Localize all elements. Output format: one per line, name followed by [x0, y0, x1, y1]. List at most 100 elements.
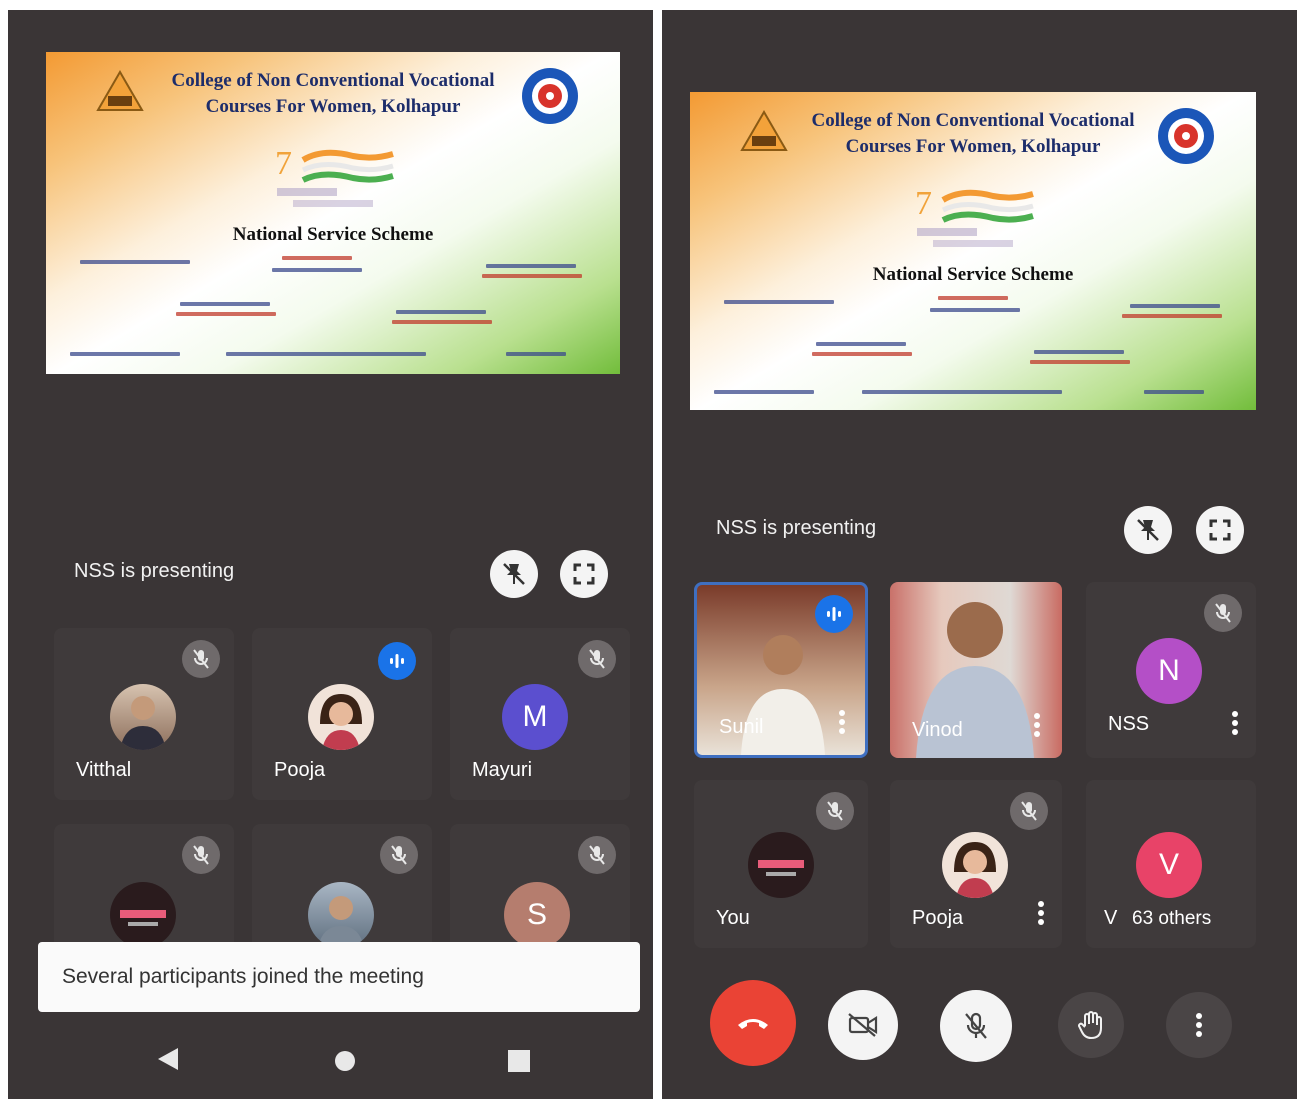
- mic-off-indicator: [182, 640, 220, 678]
- participant-tile[interactable]: You: [694, 780, 868, 948]
- slide-detail-line: [482, 274, 582, 278]
- slide-detail-line: [1030, 360, 1130, 364]
- participant-tile[interactable]: S: [450, 824, 630, 954]
- presentation-slide: College of Non Conventional Vocational C…: [690, 92, 1256, 410]
- slide-detail-line: [176, 312, 276, 316]
- end-call-button[interactable]: [710, 980, 796, 1066]
- slide-detail-line: [272, 268, 362, 272]
- participant-tile[interactable]: Vitthal: [54, 628, 234, 800]
- slide-detail-line: [938, 296, 1008, 300]
- more-icon[interactable]: [1034, 710, 1040, 740]
- more-icon[interactable]: [1232, 708, 1238, 738]
- mic-off-indicator: [1204, 594, 1242, 632]
- participant-initial-avatar: V: [1136, 832, 1202, 898]
- raise-hand-icon: [1078, 1011, 1102, 1040]
- participant-name: NSS: [1108, 713, 1150, 735]
- participant-tile[interactable]: Pooja: [890, 780, 1062, 948]
- participant-logo-avatar: [110, 882, 176, 948]
- mic-off-indicator: [578, 836, 616, 874]
- presentation-slide: College of Non Conventional Vocational C…: [46, 52, 620, 374]
- participant-logo-avatar: [748, 832, 814, 898]
- more-icon[interactable]: [839, 707, 845, 737]
- participant-video-tile[interactable]: Sunil: [694, 582, 868, 758]
- right-meeting-screen: College of Non Conventional Vocational C…: [662, 10, 1297, 1099]
- participant-photo-avatar: [110, 684, 176, 750]
- mic-off-icon: [193, 649, 209, 669]
- slide-detail-line: [812, 352, 912, 356]
- slide-detail-line: [862, 390, 1062, 394]
- unpin-button[interactable]: [1124, 506, 1172, 554]
- camera-off-icon: [848, 1013, 878, 1037]
- participant-initial-avatar: S: [504, 882, 570, 948]
- mic-off-icon: [193, 845, 209, 865]
- end-call-icon: [738, 1019, 768, 1029]
- left-meeting-screen: College of Non Conventional Vocational C…: [8, 10, 653, 1099]
- person-icon: [320, 694, 362, 750]
- mic-off-icon: [1021, 801, 1037, 821]
- back-icon[interactable]: [156, 1046, 180, 1072]
- azadi-amrit-mahotsav-logo-icon: 7: [275, 145, 394, 207]
- logo-icon: [758, 860, 804, 876]
- more-options-button[interactable]: [1166, 992, 1232, 1058]
- fullscreen-button[interactable]: [1196, 506, 1244, 554]
- recents-icon[interactable]: [508, 1050, 530, 1072]
- participant-tile[interactable]: [54, 824, 234, 954]
- participant-name: Vitthal: [76, 759, 132, 781]
- slide-detail-line: [396, 310, 486, 314]
- slide-detail-line: [816, 342, 906, 346]
- mic-off-indicator: [182, 836, 220, 874]
- svg-text:7: 7: [915, 185, 932, 222]
- slide-detail-line: [1130, 304, 1220, 308]
- fullscreen-button[interactable]: [560, 550, 608, 598]
- mic-off-icon: [1215, 603, 1231, 623]
- mic-off-icon: [965, 1012, 987, 1039]
- participant-initial-avatar: M: [502, 684, 568, 750]
- participant-photo-avatar: [942, 832, 1008, 898]
- slide-detail-line: [226, 352, 426, 356]
- participant-name: V: [1104, 907, 1118, 929]
- unpin-button[interactable]: [490, 550, 538, 598]
- slide-detail-line: [180, 302, 270, 306]
- participant-name: Mayuri: [472, 759, 533, 781]
- slide-detail-line: [282, 256, 352, 260]
- mic-off-indicator: [816, 792, 854, 830]
- participant-tile[interactable]: [252, 824, 432, 954]
- person-icon: [318, 896, 364, 948]
- participant-name: Pooja: [274, 759, 326, 781]
- person-icon: [120, 696, 166, 750]
- unpin-icon: [503, 563, 525, 585]
- slide-detail-line: [80, 260, 190, 264]
- mic-off-icon: [589, 845, 605, 865]
- presenting-label: NSS is presenting: [74, 560, 235, 582]
- fullscreen-icon: [573, 563, 595, 585]
- more-icon: [1196, 1013, 1202, 1037]
- participant-initial-avatar: N: [1136, 638, 1202, 704]
- nss-emblem-icon: [1158, 108, 1214, 164]
- slide-detail-line: [714, 390, 814, 394]
- person-icon: [954, 842, 996, 898]
- participant-tile[interactable]: N NSS: [1086, 582, 1256, 758]
- presenting-label: NSS is presenting: [716, 517, 877, 539]
- snackbar-text: Several participants joined the meeting: [62, 965, 424, 988]
- snackbar: Several participants joined the meeting: [38, 942, 640, 1012]
- fullscreen-icon: [1209, 519, 1231, 541]
- azadi-amrit-mahotsav-logo-icon: 7: [915, 185, 1034, 247]
- participant-tile[interactable]: M Mayuri: [450, 628, 630, 800]
- participant-photo-avatar: [308, 882, 374, 948]
- slide-scheme-title: National Service Scheme: [232, 224, 434, 245]
- participant-photo-avatar: [308, 684, 374, 750]
- participant-video-tile[interactable]: Vinod: [890, 582, 1062, 758]
- participant-name: Vinod: [912, 719, 963, 741]
- mic-toggle-button[interactable]: [940, 990, 1012, 1062]
- unpin-icon: [1137, 519, 1159, 541]
- more-icon[interactable]: [1038, 898, 1044, 928]
- camera-toggle-button[interactable]: [828, 990, 898, 1060]
- home-icon[interactable]: [334, 1050, 356, 1072]
- participant-tile[interactable]: Pooja: [252, 628, 432, 800]
- others-tile[interactable]: V V 63 others: [1086, 780, 1256, 948]
- slide-detail-line: [930, 308, 1020, 312]
- svg-text:7: 7: [275, 145, 292, 182]
- raise-hand-button[interactable]: [1058, 992, 1124, 1058]
- others-count: 63 others: [1132, 908, 1212, 929]
- mic-off-icon: [391, 845, 407, 865]
